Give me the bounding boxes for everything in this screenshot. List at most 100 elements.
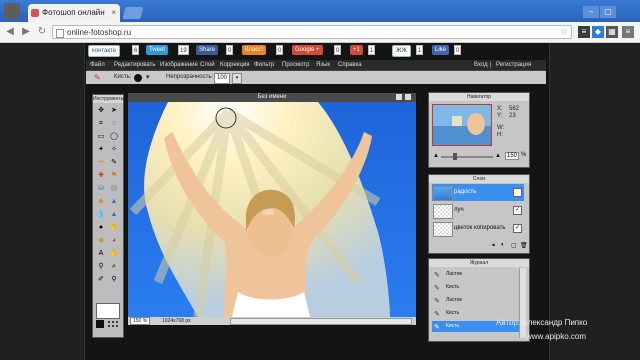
navigator-panel: Навигатор X: 562 Y: 23 W: H: ▲ ▲ 150 % [428,92,530,168]
dodge-icon[interactable]: ● [96,223,106,233]
menu-language[interactable]: Язык [316,60,330,70]
canvas-close-icon[interactable] [405,94,411,100]
layer-link-icon[interactable]: ⚭ [491,242,496,249]
facebook-share-button[interactable]: Share [196,45,219,55]
menu-filter[interactable]: Фильтр [254,60,274,70]
menu-image[interactable]: Изображение [160,60,198,70]
shape-icon[interactable]: ✐ [96,275,106,285]
hand-icon[interactable]: ✋ [109,249,119,259]
reload-button[interactable]: ↻ [36,26,48,37]
tweet-button[interactable]: Tweet [146,45,169,55]
layer-row[interactable]: радость ✓ [432,184,524,201]
menu-icon[interactable]: ≡ [622,26,634,38]
pointer-icon[interactable]: ➤ [109,106,119,116]
nav-zoom-input[interactable]: 150 [505,152,520,160]
history-label: Кисть [446,323,460,329]
sponge-icon[interactable]: ◉ [96,236,106,246]
crop-icon[interactable]: ⌗ [96,119,106,129]
layer-style-icon[interactable]: ◐ [501,242,505,248]
livejournal-button[interactable]: ЖЖ [392,45,412,57]
canvas-horizontal-scrollbar[interactable] [230,318,412,325]
red-eye-icon[interactable]: ◕ [109,236,119,246]
history-item[interactable]: ✎ Ластик [432,269,524,280]
menu-adjust[interactable]: Коррекция [220,60,250,70]
wand-icon[interactable]: ✦ [96,145,106,155]
pencil-icon[interactable]: ✏ [96,158,106,168]
minimize-button[interactable]: – [583,6,599,18]
text-icon[interactable]: A [96,249,106,259]
background-color-swatch[interactable] [96,320,104,328]
gradient-icon[interactable]: ▤ [109,184,119,194]
eyedropper-icon[interactable]: ⚲ [96,262,106,272]
google-plus-button[interactable]: Google + [292,45,323,55]
extension-icon[interactable]: ≡ [578,26,590,38]
register-link[interactable]: Регистрация [496,60,531,70]
canvas-zoom-input[interactable]: 150 % [130,317,151,325]
menu-help[interactable]: Справка [338,60,362,70]
new-layer-icon[interactable]: ▢ [511,242,517,249]
extension-icon[interactable]: ▦ [606,26,618,38]
menu-file[interactable]: Файл [90,60,105,70]
eraser-icon[interactable]: ◆ [96,197,106,207]
zoom-out-icon[interactable]: ▲ [433,153,439,159]
zoom-slider-handle[interactable] [453,153,457,160]
facebook-like-button[interactable]: Like [432,45,450,55]
browser-profile-icon[interactable] [4,3,20,19]
layer-visibility-checkbox[interactable]: ✓ [513,224,522,233]
foreground-color-swatch[interactable] [96,303,120,319]
opacity-input[interactable]: 100 [214,73,231,84]
opacity-dropdown-icon[interactable]: ▾ [232,73,242,84]
menu-layer[interactable]: Слой [200,60,215,70]
lasso-icon[interactable]: ◌ [109,119,119,129]
brush-label: Кисть: [114,74,132,80]
layer-visibility-checkbox[interactable]: ✓ [513,206,522,215]
back-button[interactable]: ◀ [4,26,16,37]
smudge-icon[interactable]: ⚲ [109,275,119,285]
canvas-maximize-icon[interactable] [396,94,402,100]
color-swatch-pattern[interactable] [107,320,119,328]
bucket-icon[interactable]: ⛁ [96,184,106,194]
ellipse-select-icon[interactable]: ◯ [109,132,119,142]
zoom-icon[interactable]: ⌕ [109,262,119,272]
heal-icon[interactable]: ✚ [96,171,106,181]
brush-dropdown-icon[interactable]: ▾ [146,71,150,84]
bookmark-star-icon[interactable]: ☆ [560,26,568,37]
tab-close-icon[interactable]: × [111,4,116,22]
browser-tab[interactable]: Фотошоп онлайн × [28,4,120,22]
drop-icon[interactable]: 💧 [96,210,106,220]
plus-one-button[interactable]: +1 [350,45,363,55]
brush-preview[interactable] [134,74,142,82]
marquee-icon[interactable]: ▭ [96,132,106,142]
history-item[interactable]: ✎ Ластик [432,295,524,306]
address-bar[interactable]: online-fotoshop.ru [52,25,572,39]
sharpen-icon[interactable]: ▲ [109,210,119,220]
triangle-icon[interactable]: ▲ [109,197,119,207]
history-item[interactable]: ✎ Кисть [432,282,524,293]
vk-share-button[interactable]: контакте [88,45,121,57]
zoom-in-icon[interactable]: ▲ [495,153,501,159]
delete-layer-icon[interactable]: 🗑 [520,242,528,249]
login-link[interactable]: Вход [474,60,488,70]
zoom-slider[interactable] [441,156,493,158]
ok-class-button[interactable]: Класс! [242,45,266,55]
menu-view[interactable]: Просмотр [282,60,309,70]
move-icon[interactable]: ✥ [96,106,106,116]
stamp-icon[interactable]: ⚑ [109,171,119,181]
extension-icon[interactable]: ◆ [592,26,604,38]
maximize-button[interactable]: ▢ [600,6,616,18]
canvas-image[interactable] [128,102,416,317]
new-tab-button[interactable] [122,7,144,19]
brush-history-icon: ✎ [434,285,440,292]
nav-y-value: 23 [509,113,516,119]
history-scrollbar[interactable] [519,268,526,338]
layer-row[interactable]: цветок копировать ✓ [432,220,524,237]
layer-visibility-checkbox[interactable]: ✓ [513,188,522,197]
forward-button[interactable]: ▶ [20,26,32,37]
brush-icon[interactable]: ✎ [109,158,119,168]
brush-history-icon: ✎ [434,324,440,331]
navigator-thumbnail[interactable] [432,104,492,146]
menu-edit[interactable]: Редактировать [114,60,155,70]
layer-row[interactable]: луч ✓ [432,202,524,219]
burn-icon[interactable]: ✋ [109,223,119,233]
quick-select-icon[interactable]: ✧ [109,145,119,155]
